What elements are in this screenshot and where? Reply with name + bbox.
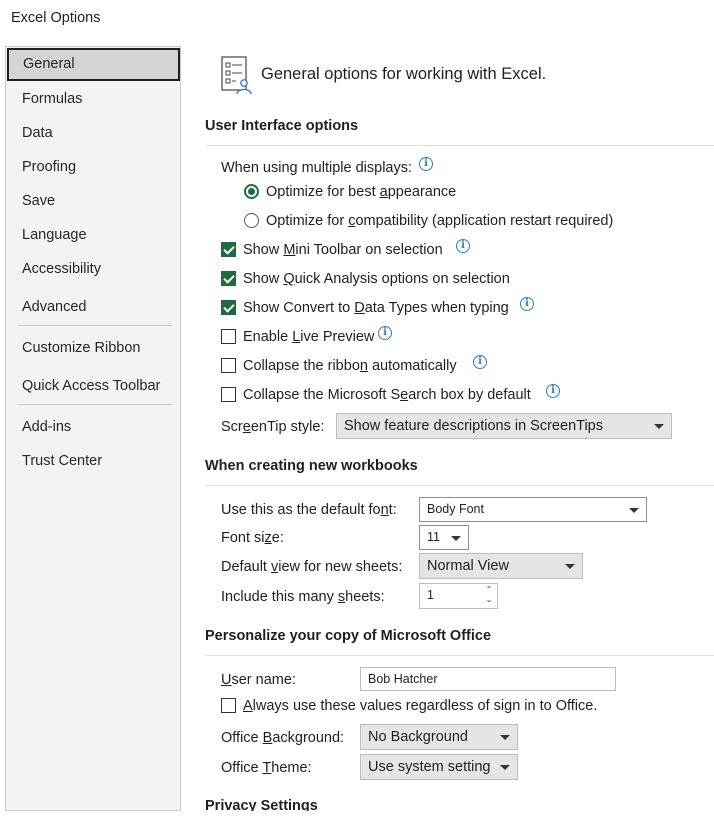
sidebar-item-advanced[interactable]: Advanced: [6, 291, 180, 323]
checkbox-live-preview-label: Enable Live Preview: [243, 329, 375, 345]
office-background-value: No Background: [368, 729, 468, 745]
checkbox-always-use-values-label: Always use these values regardless of si…: [243, 698, 598, 714]
options-sidebar: General Formulas Data Proofing Save Lang…: [5, 46, 181, 811]
checkbox-quick-analysis-label: Show Quick Analysis options on selection: [243, 271, 510, 287]
checkbox-collapse-ribbon[interactable]: [221, 358, 236, 373]
sidebar-item-data[interactable]: Data: [6, 117, 180, 149]
checkbox-collapse-ribbon-label: Collapse the ribbon automatically: [243, 358, 457, 374]
window-title: Excel Options: [11, 10, 101, 26]
general-options-icon: [220, 56, 258, 96]
info-icon[interactable]: i: [419, 157, 433, 171]
section-divider: [206, 655, 714, 656]
screentip-style-label: ScreenTip style:: [221, 419, 325, 435]
office-theme-value: Use system setting: [368, 759, 491, 775]
sidebar-item-formulas[interactable]: Formulas: [6, 83, 180, 115]
sidebar-item-language[interactable]: Language: [6, 219, 180, 251]
username-input[interactable]: Bob Hatcher: [360, 667, 616, 691]
username-label: User name:: [221, 672, 296, 688]
sheets-count-label: Include this many sheets:: [221, 589, 385, 605]
info-icon[interactable]: i: [546, 384, 560, 398]
checkbox-collapse-search-label: Collapse the Microsoft Search box by def…: [243, 387, 531, 403]
default-view-value: Normal View: [427, 558, 509, 574]
chevron-down-icon: [565, 564, 575, 569]
checkbox-collapse-search[interactable]: [221, 387, 236, 402]
checkbox-convert-data-types-label: Show Convert to Data Types when typing: [243, 300, 509, 316]
font-size-dropdown[interactable]: 11: [419, 525, 469, 550]
privacy-heading-clip: Privacy Settings: [205, 796, 405, 811]
section-heading-new-workbooks: When creating new workbooks: [205, 458, 418, 474]
default-font-dropdown[interactable]: Body Font: [419, 497, 647, 522]
sheets-count-value: 1: [427, 588, 434, 602]
screentip-style-dropdown[interactable]: Show feature descriptions in ScreenTips: [336, 413, 672, 439]
office-theme-dropdown[interactable]: Use system setting: [360, 754, 518, 780]
spinner-arrows-icon[interactable]: ⌃ ⌄: [484, 585, 494, 605]
checkbox-always-use-values[interactable]: [221, 698, 236, 713]
page-title: General options for working with Excel.: [261, 65, 547, 83]
info-icon[interactable]: i: [473, 355, 487, 369]
sheets-count-spinner[interactable]: 1 ⌃ ⌄: [419, 583, 498, 609]
sidebar-item-customize-ribbon[interactable]: Customize Ribbon: [6, 332, 180, 364]
default-view-dropdown[interactable]: Normal View: [419, 553, 583, 579]
font-size-value: 11: [427, 530, 440, 544]
screentip-style-value: Show feature descriptions in ScreenTips: [344, 418, 603, 434]
sidebar-item-general[interactable]: General: [7, 48, 180, 81]
sidebar-item-add-ins[interactable]: Add-ins: [6, 411, 180, 443]
radio-best-appearance[interactable]: [244, 184, 259, 199]
section-divider: [206, 485, 714, 486]
section-heading-privacy: Privacy Settings: [205, 798, 318, 811]
chevron-down-icon: [629, 508, 639, 513]
sidebar-item-save[interactable]: Save: [6, 185, 180, 217]
section-divider: [206, 145, 714, 146]
checkbox-quick-analysis[interactable]: [221, 271, 236, 286]
sidebar-divider: [18, 325, 172, 326]
info-icon[interactable]: i: [520, 297, 534, 311]
office-theme-label: Office Theme:: [221, 760, 312, 776]
office-background-label: Office Background:: [221, 730, 345, 746]
sidebar-divider: [18, 404, 172, 405]
info-icon[interactable]: i: [456, 239, 470, 253]
default-font-label: Use this as the default font:: [221, 502, 397, 518]
section-heading-ui-options: User Interface options: [205, 118, 359, 134]
multiple-displays-label: When using multiple displays:: [221, 160, 413, 176]
checkbox-mini-toolbar-label: Show Mini Toolbar on selection: [243, 242, 443, 258]
section-heading-personalize: Personalize your copy of Microsoft Offic…: [205, 628, 492, 644]
chevron-down-icon: [500, 735, 510, 740]
radio-best-appearance-label: Optimize for best appearance: [266, 184, 457, 200]
chevron-down-icon: [500, 765, 510, 770]
info-icon[interactable]: i: [378, 326, 392, 340]
radio-compatibility[interactable]: [244, 213, 259, 228]
checkbox-convert-data-types[interactable]: [221, 300, 236, 315]
chevron-down-icon: [654, 424, 664, 429]
sidebar-item-proofing[interactable]: Proofing: [6, 151, 180, 183]
chevron-down-icon: [451, 536, 461, 541]
font-size-label: Font size:: [221, 530, 284, 546]
sidebar-item-accessibility[interactable]: Accessibility: [6, 253, 180, 285]
checkbox-live-preview[interactable]: [221, 329, 236, 344]
office-background-dropdown[interactable]: No Background: [360, 724, 518, 750]
default-font-value: Body Font: [427, 502, 484, 516]
checkbox-mini-toolbar[interactable]: [221, 242, 236, 257]
default-view-label: Default view for new sheets:: [221, 559, 403, 575]
sidebar-item-trust-center[interactable]: Trust Center: [6, 445, 180, 477]
sidebar-item-quick-access-toolbar[interactable]: Quick Access Toolbar: [6, 370, 180, 402]
radio-compatibility-label: Optimize for compatibility (application …: [266, 213, 614, 229]
